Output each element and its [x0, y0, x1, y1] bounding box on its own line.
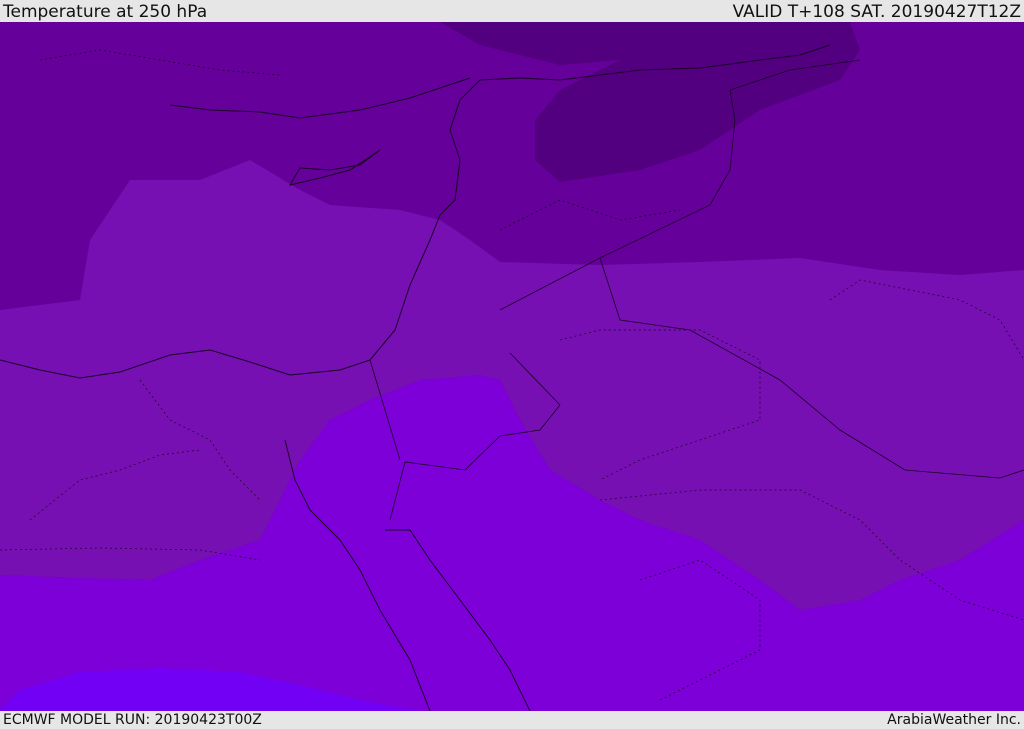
- footer-bar: ECMWF MODEL RUN: 20190423T00Z ArabiaWeat…: [0, 711, 1024, 729]
- temperature-map[interactable]: [0, 22, 1024, 711]
- map-title: Temperature at 250 hPa: [3, 2, 208, 22]
- header-bar: Temperature at 250 hPa VALID T+108 SAT. …: [0, 0, 1024, 22]
- credit-label: ArabiaWeather Inc.: [887, 712, 1021, 728]
- valid-time-label: VALID T+108 SAT. 20190427T12Z: [732, 2, 1021, 22]
- model-run-label: ECMWF MODEL RUN: 20190423T00Z: [3, 712, 262, 728]
